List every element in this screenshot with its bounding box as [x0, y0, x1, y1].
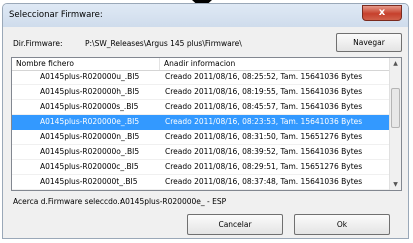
table-row[interactable]: A0145plus-R020000t_.BI5 Creado 2011/08/16…	[12, 175, 389, 190]
table-row[interactable]: A0145plus-R020000e_.BI5 Creado 2011/08/16…	[12, 115, 389, 130]
table-row[interactable]: A0145plus-R020000n_.BI5 Creado 2011/08/16…	[12, 130, 389, 145]
file-name-cell: A0145plus-R020000n_.BI5	[40, 132, 140, 141]
file-name-cell: A0145plus-R020000s_.BI5	[40, 102, 139, 111]
file-name-cell: A0145plus-R020000o_.BI5	[40, 147, 140, 156]
firmware-dialog: Seleccionar Firmware: x Dir.Firmware: P:…	[2, 3, 409, 239]
dialog-body: Dir.Firmware: P:\SW_Releases\Argus 145 p…	[7, 27, 404, 235]
scroll-down-icon[interactable]: ▼	[390, 179, 401, 190]
close-icon: x	[378, 7, 386, 18]
firmware-list[interactable]: Nombre fichero Anadir informacion A0145p…	[11, 57, 402, 191]
title-bar: Seleccionar Firmware: x	[3, 4, 408, 27]
file-info-cell: Creado 2011/08/16, 08:25:52, Tam. 156410…	[165, 72, 363, 81]
cancel-label: Cancelar	[218, 220, 252, 229]
dialog-title: Seleccionar Firmware:	[9, 10, 103, 20]
file-info-cell: Creado 2011/08/16, 08:29:51, Tam. 156512…	[165, 162, 363, 171]
ok-label: Ok	[336, 220, 348, 229]
file-name-cell: A0145plus-R020000e_.BI5	[40, 117, 140, 126]
file-info-cell: Creado 2011/08/16, 08:45:57, Tam. 156410…	[165, 102, 363, 111]
file-info-cell: Creado 2011/08/16, 08:31:50, Tam. 156512…	[165, 132, 363, 141]
cancel-button[interactable]: Cancelar	[187, 214, 283, 235]
scroll-up-icon[interactable]: ▲	[390, 58, 401, 69]
close-button[interactable]: x	[362, 5, 402, 21]
column-header-info[interactable]: Anadir informacion	[160, 58, 391, 70]
file-info-cell: Creado 2011/08/16, 08:39:52, Tam. 156410…	[165, 147, 363, 156]
scroll-thumb[interactable]	[391, 88, 400, 128]
file-name-cell: A0145plus-R020000h_.BI5	[40, 87, 140, 96]
file-name-cell: A0145plus-R020000c_.BI5	[40, 162, 139, 171]
table-row[interactable]: A0145plus-R020000c_.BI5 Creado 2011/08/16…	[12, 160, 389, 175]
about-value: A0145plus-R020000e_ - ESP	[120, 197, 227, 206]
browse-label: Navegar	[353, 38, 385, 47]
ok-button[interactable]: Ok	[294, 214, 390, 235]
table-row[interactable]: A0145plus-R020000h_.BI5 Creado 2011/08/16…	[12, 85, 389, 100]
file-name-cell: A0145plus-R020000t_.BI5	[40, 177, 138, 186]
vertical-scrollbar[interactable]: ▲ ▼	[389, 58, 401, 190]
file-info-cell: Creado 2011/08/16, 08:37:48, Tam. 156410…	[165, 177, 363, 186]
browse-button[interactable]: Navegar	[336, 33, 402, 52]
dir-label: Dir.Firmware:	[13, 39, 63, 48]
table-row[interactable]: A0145plus-R020000o_.BI5 Creado 2011/08/16…	[12, 145, 389, 160]
about-label: Acerca d.Firmware seleccdo.:	[13, 197, 123, 206]
file-info-cell: Creado 2011/08/16, 08:23:53, Tam. 156410…	[165, 117, 363, 126]
table-row[interactable]: A0145plus-R020000u_.BI5 Creado 2011/08/16…	[12, 70, 389, 85]
table-row[interactable]: A0145plus-R020000s_.BI5 Creado 2011/08/16…	[12, 100, 389, 115]
file-info-cell: Creado 2011/08/16, 08:19:55, Tam. 156410…	[165, 87, 363, 96]
file-name-cell: A0145plus-R020000u_.BI5	[40, 72, 140, 81]
dir-path: P:\SW_Releases\Argus 145 plus\Firmware\	[85, 39, 242, 48]
column-header-name[interactable]: Nombre fichero	[12, 58, 160, 70]
